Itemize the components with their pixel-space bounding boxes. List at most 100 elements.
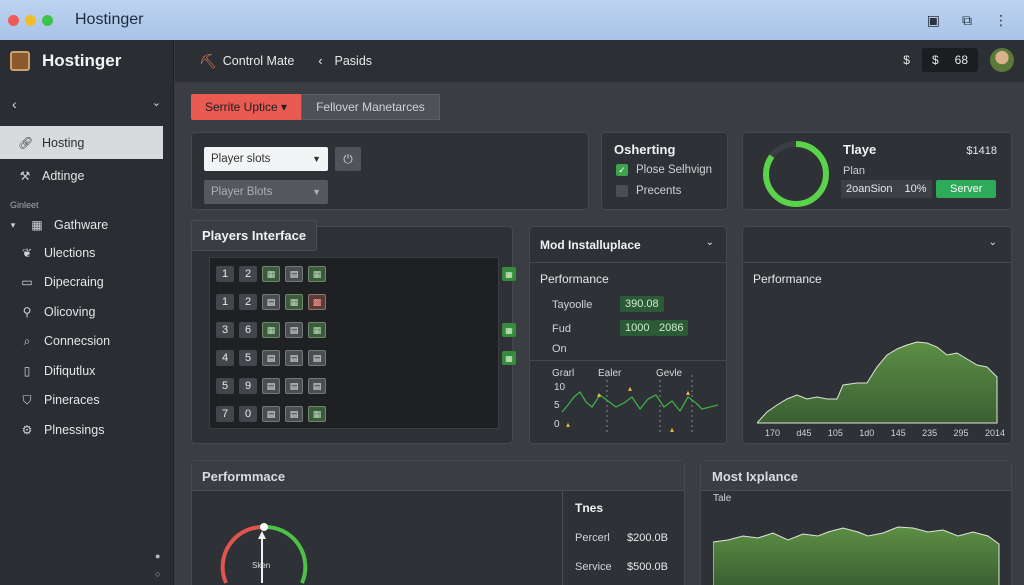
server-button[interactable]: Server [936,180,997,198]
player-blots-select[interactable]: Player Blots ▼ [204,180,328,204]
perf-bottom-header: Performmace [192,461,684,491]
pickaxe-icon: ⛏ [199,52,217,69]
sidebar-item-adtinge[interactable]: ⚒ Adtinge [0,159,173,192]
brand[interactable]: Hostinger [0,40,173,82]
most-subtitle: Tale [713,493,732,504]
slot-number: 1 [216,266,234,282]
sidebar-scroll-indicator[interactable]: ● ○ [155,551,160,579]
error-status-icon[interactable]: ▩ [308,294,326,310]
table-row-label: Percerl [575,532,610,544]
chevron-down-icon[interactable]: ⌄ [989,237,997,248]
online-badge-icon[interactable]: ▦ [502,351,516,365]
caret-down-icon: ▾ [10,219,16,230]
server-status-icon[interactable]: ▤ [308,378,326,394]
credit-counter[interactable]: $ 68 [921,48,978,72]
perf-table: Tnes Percerl $200.0B Service $500.0B [562,491,684,585]
chevron-down-icon[interactable]: ⌄ [706,237,714,248]
plan-card: Tlaye $1418 Plan 2oanSion 10% Server [742,132,1012,210]
plan-name-pill: 2oanSion 10% [841,180,932,198]
card-title: Most Ixplance [712,469,798,484]
active-status-icon[interactable]: ▦ [285,294,303,310]
sidebar-item-difiqutlux[interactable]: ▯ Difiqutlux [0,356,173,386]
header: ⛏ Control Mate ‹ Pasids $ $ 68 [175,40,1024,82]
tab-serrite-uptice[interactable]: Serrite Uptice ▾ [191,94,302,120]
option-plose-selhvign[interactable]: ✓ Plose Selhvign [616,164,712,176]
screen-icon[interactable]: ▣ [927,12,940,29]
caret-down-icon: ▼ [312,154,321,164]
slot-number: 1 [216,294,234,310]
plan-percent: 10% [904,183,927,195]
server-status-icon[interactable]: ▤ [285,322,303,338]
active-status-icon[interactable]: ▦ [262,266,280,282]
table-row[interactable]: 1 2 ▦ ▤ ▦ [216,266,326,282]
copy-icon[interactable]: ⧉ [962,12,972,29]
slot-count: 6 [239,322,257,338]
maximize-window-button[interactable] [42,14,53,26]
avatar[interactable] [990,48,1014,72]
header-right: $ $ 68 [903,48,1014,72]
server-status-icon[interactable]: ▤ [262,406,280,422]
power-button[interactable]: ⏻ [335,147,361,171]
online-badge-icon[interactable]: ▦ [502,323,516,337]
player-slots-select[interactable]: Player slots ▼ [204,147,328,171]
active-status-icon[interactable]: ▦ [308,322,326,338]
slot-count: 0 [239,406,257,422]
server-status-icon[interactable]: ▤ [262,378,280,394]
minimize-window-button[interactable] [25,14,36,26]
ring-icon: ○ [155,569,161,579]
sidebar-item-label: Ulections [44,245,96,260]
table-row[interactable]: 5 9 ▤ ▤ ▤ [216,378,326,394]
breadcrumb-control[interactable]: ⛏ Control Mate [199,53,294,70]
table-row[interactable]: 7 0 ▤ ▤ ▦ [216,406,326,422]
x-tick-label: 2014 [984,428,1005,438]
select-value: Player Blots [211,186,273,198]
server-status-icon[interactable]: ▤ [262,294,280,310]
plan-label: Plan [843,165,866,177]
shield-icon: ⛉ [22,392,32,407]
sidebar-item-pineraces[interactable]: ⛉ Pineraces [0,386,173,416]
sidebar-item-plnessings[interactable]: ⚙ Plnessings [0,415,173,445]
x-tick-label: 235 [922,428,938,438]
table-row[interactable]: 3 6 ▦ ▤ ▦ [216,322,326,338]
option-label: Plose Selhvign [636,164,713,176]
option-precents[interactable]: Precents [616,185,681,197]
mod-row-value: 390.08 [620,296,664,312]
sidebar-item-dipecraing[interactable]: ▭ Dipecraing [0,268,173,298]
marker-icon: ▴ [628,384,632,393]
server-status-icon[interactable]: ▤ [285,266,303,282]
players-grid: 1 2 ▦ ▤ ▦ ▦ 1 2 ▤ ▦ ▩ 3 6 ▦ ▤ ▦ ▦ 4 5 ▤ ▤ ▤ ▦ 5 9 ▤ ▤ ▤ 7 0 ▤ ▤ ▦ [209,257,516,429]
sidebar-item-connecsion[interactable]: ⌕ Connecsion [0,327,173,357]
titlebar-actions: ▣ ⧉ ⋮ [927,12,1008,29]
tab-fellover-manetarces[interactable]: Fellover Manetarces [301,94,440,120]
mod-row-value-2: 2086 [654,320,689,336]
sidebar-group-gathware[interactable]: ▾ ▦ Gathware [0,212,173,238]
active-status-icon[interactable]: ▦ [262,322,280,338]
more-icon[interactable]: ⋮ [994,12,1008,29]
back-chevron-icon[interactable]: ‹ [12,96,17,126]
card-title: Mod Installuplace [540,238,641,252]
server-status-icon[interactable]: ▤ [308,350,326,366]
server-status-icon[interactable]: ▤ [285,350,303,366]
x-tick-label: d45 [796,428,812,438]
sidebar-item-olicoving[interactable]: ⚲ Olicoving [0,297,173,327]
dot-icon: ● [155,551,161,561]
server-status-icon[interactable]: ▤ [285,406,303,422]
chevron-down-icon[interactable]: ⌄ [152,96,161,126]
table-row[interactable]: 4 5 ▤ ▤ ▤ [216,350,326,366]
table-row[interactable]: 1 2 ▤ ▦ ▩ [216,294,326,310]
active-status-icon[interactable]: ▦ [308,266,326,282]
online-badge-icon[interactable]: ▦ [502,267,516,281]
window-titlebar: Hostinger ▣ ⧉ ⋮ [0,0,1024,40]
sidebar-item-label: Plnessings [44,422,105,437]
sidebar-item-hosting[interactable]: 🔗︎ Hosting [0,126,163,159]
server-status-icon[interactable]: ▤ [285,378,303,394]
breadcrumb-label: Pasids [334,54,373,68]
most-area-chart [713,526,1000,585]
sidebar-item-ulections[interactable]: ❦ Ulections [0,238,173,268]
close-window-button[interactable] [8,14,19,26]
active-status-icon[interactable]: ▦ [308,406,326,422]
server-status-icon[interactable]: ▤ [262,350,280,366]
card-icon: ▭ [21,275,33,290]
table-row-label: Service [575,561,612,573]
breadcrumb-pasids[interactable]: ‹ Pasids [318,54,372,68]
